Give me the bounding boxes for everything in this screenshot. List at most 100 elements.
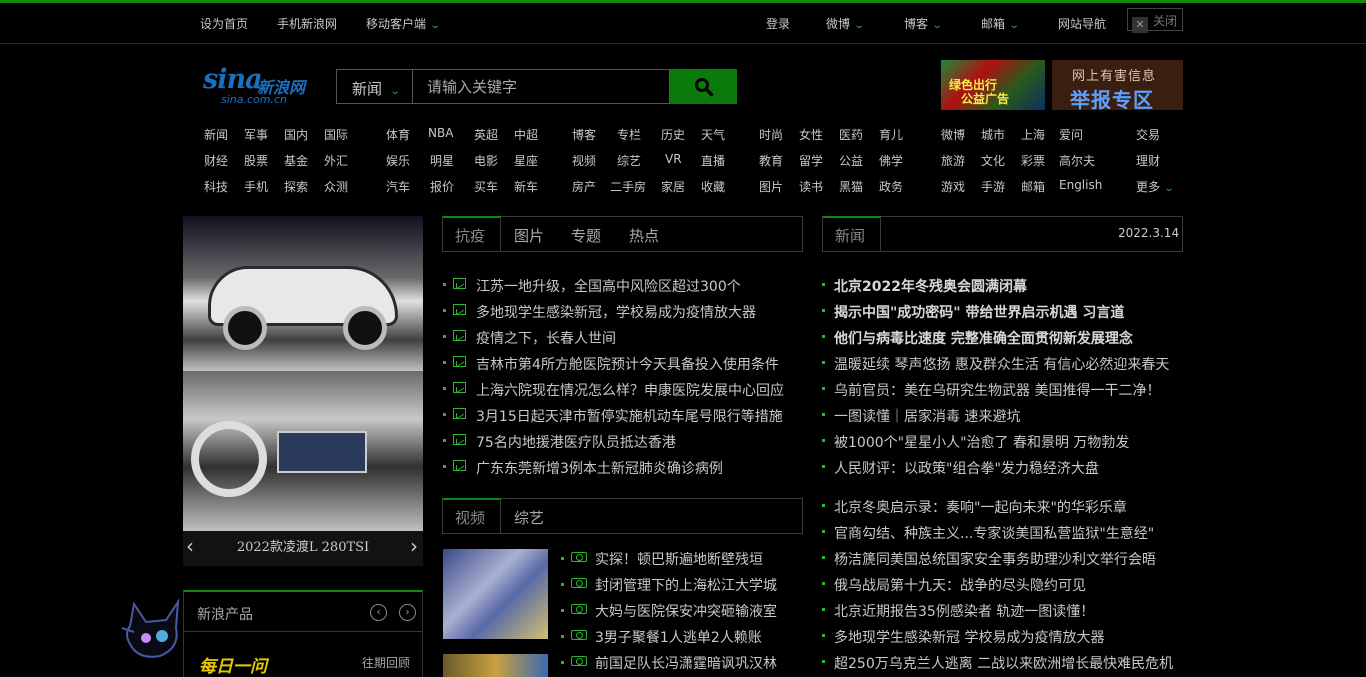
nav-link[interactable]: 众测	[324, 178, 348, 195]
tab-epidemic[interactable]: 抗疫	[455, 225, 485, 246]
news-link[interactable]: 俄乌战局第十九天：战争的尽头隐约可见	[834, 575, 1086, 595]
news-link[interactable]: 乌前官员：美在乌研究生物武器 美国推得一干二净！	[834, 380, 1160, 400]
nav-link[interactable]: English	[1059, 178, 1102, 192]
headline-link[interactable]: 北京2022年冬残奥会圆满闭幕	[834, 276, 1027, 296]
close-button[interactable]: ✕ 关闭	[1127, 8, 1183, 33]
news-link[interactable]: 75名内地援港医疗队员抵达香港	[476, 432, 676, 452]
nav-link[interactable]: 国内	[284, 126, 308, 143]
weibo-menu[interactable]: 微博 ⌄	[826, 15, 865, 32]
nav-link[interactable]: 手机	[244, 178, 268, 195]
news-link[interactable]: 多地现学生感染新冠 学校易成为疫情放大器	[834, 627, 1104, 647]
nav-link[interactable]: 报价	[430, 178, 454, 195]
tab-variety[interactable]: 综艺	[514, 507, 544, 528]
search-category-select[interactable]: 新闻 ⌄	[336, 69, 412, 104]
nav-link[interactable]: VR	[665, 152, 682, 166]
daily-question-logo[interactable]: 每日一问	[199, 652, 267, 677]
set-homepage-link[interactable]: 设为首页	[200, 15, 248, 32]
nav-link[interactable]: 图片	[759, 178, 783, 195]
nav-link[interactable]: 收藏	[701, 178, 725, 195]
nav-link[interactable]: 英超	[474, 126, 498, 143]
nav-link[interactable]: 外汇	[324, 152, 348, 169]
blog-menu[interactable]: 博客 ⌄	[904, 15, 943, 32]
nav-link[interactable]: 科技	[204, 178, 228, 195]
news-link[interactable]: 江苏一地升级，全国高中风险区超过300个	[476, 276, 741, 296]
news-link[interactable]: 疫情之下，长春人世间	[476, 328, 616, 348]
nav-link[interactable]: 专栏	[617, 126, 641, 143]
login-link[interactable]: 登录	[766, 15, 790, 32]
news-link[interactable]: 广东东莞新增3例本土新冠肺炎确诊病例	[476, 458, 723, 478]
nav-link[interactable]: 星座	[514, 152, 538, 169]
tab-topics[interactable]: 专题	[571, 225, 601, 246]
nav-link[interactable]: 旅游	[941, 152, 965, 169]
nav-link[interactable]: 视频	[572, 152, 596, 169]
news-link[interactable]: 上海六院现在情况怎么样？申康医院发展中心回应	[476, 380, 784, 400]
sina-logo[interactable]: sina 新浪网 sina.com.cn	[203, 60, 315, 108]
nav-more-menu[interactable]: 更多 ⌄	[1136, 178, 1175, 195]
nav-link[interactable]: 时尚	[759, 126, 783, 143]
nav-link[interactable]: 黑猫	[839, 178, 863, 195]
video-link[interactable]: 3男子聚餐1人逃单2人赖账	[595, 627, 762, 647]
nav-link[interactable]: 佛学	[879, 152, 903, 169]
nav-link[interactable]: 高尔夫	[1059, 152, 1095, 169]
search-input[interactable]	[412, 69, 670, 104]
nav-link[interactable]: 军事	[244, 126, 268, 143]
nav-link[interactable]: 理财	[1136, 152, 1160, 169]
nav-link[interactable]: 教育	[759, 152, 783, 169]
nav-link[interactable]: 育儿	[879, 126, 903, 143]
search-button[interactable]	[670, 69, 737, 104]
nav-link[interactable]: 交易	[1136, 126, 1160, 143]
video-link[interactable]: 封闭管理下的上海松江大学城	[595, 575, 777, 595]
nav-link[interactable]: 医药	[839, 126, 863, 143]
nav-link[interactable]: 读书	[799, 178, 823, 195]
nav-link[interactable]: 基金	[284, 152, 308, 169]
nav-link[interactable]: 女性	[799, 126, 823, 143]
news-link[interactable]: 人民财评：以政策"组合拳"发力稳经济大盘	[834, 458, 1099, 478]
mobile-sina-link[interactable]: 手机新浪网	[277, 15, 337, 32]
nav-link[interactable]: NBA	[428, 126, 453, 140]
tab-news[interactable]: 新闻	[835, 225, 865, 246]
news-link[interactable]: 多地现学生感染新冠，学校易成为疫情放大器	[476, 302, 756, 322]
next-arrow-icon[interactable]: ›	[399, 604, 416, 621]
nav-link[interactable]: 电影	[474, 152, 498, 169]
mail-menu[interactable]: 邮箱 ⌄	[981, 15, 1020, 32]
news-link[interactable]: 被1000个"星星小人"治愈了 春和景明 万物勃发	[834, 432, 1129, 452]
nav-link[interactable]: 家居	[661, 178, 685, 195]
nav-link[interactable]: 邮箱	[1021, 178, 1045, 195]
site-nav-link[interactable]: 网站导航	[1058, 15, 1106, 32]
nav-link[interactable]: 城市	[981, 126, 1005, 143]
nav-link[interactable]: 二手房	[610, 178, 646, 195]
nav-link[interactable]: 微博	[941, 126, 965, 143]
news-link[interactable]: 吉林市第4所方舱医院预计今天具备投入使用条件	[476, 354, 779, 374]
news-link[interactable]: 北京冬奥启示录：奏响"一起向未来"的华彩乐章	[834, 497, 1127, 517]
carousel-caption[interactable]: 2022款凌渡L 280TSI	[183, 531, 423, 566]
nav-link[interactable]: 公益	[839, 152, 863, 169]
nav-link[interactable]: 上海	[1021, 126, 1045, 143]
image-carousel[interactable]: 2022款凌渡L 280TSI ‹ ›	[183, 216, 423, 566]
news-link[interactable]: 杨洁篪同美国总统国家安全事务助理沙利文举行会晤	[834, 549, 1156, 569]
nav-link[interactable]: 房产	[572, 178, 596, 195]
nav-link[interactable]: 天气	[701, 126, 725, 143]
news-link[interactable]: 温暖延续 琴声悠扬 惠及群众生活 有信心必然迎来春天	[834, 354, 1169, 374]
nav-link[interactable]: 明星	[430, 152, 454, 169]
news-link[interactable]: 超250万乌克兰人逃离 二战以来欧洲增长最快难民危机	[834, 653, 1173, 673]
nav-link[interactable]: 爱问	[1059, 126, 1083, 143]
news-link[interactable]: 官商勾结、种族主义...专家谈美国私营监狱"生意经"	[834, 523, 1154, 543]
news-link[interactable]: 北京近期报告35例感染者 轨迹一图读懂！	[834, 601, 1094, 621]
nav-link[interactable]: 体育	[386, 126, 410, 143]
past-review-link[interactable]: 往期回顾	[362, 654, 410, 671]
nav-link[interactable]: 综艺	[617, 152, 641, 169]
nav-link[interactable]: 新车	[514, 178, 538, 195]
nav-link[interactable]: 历史	[661, 126, 685, 143]
nav-link[interactable]: 财经	[204, 152, 228, 169]
mobile-client-menu[interactable]: 移动客户端 ⌄	[366, 15, 441, 32]
nav-link[interactable]: 买车	[474, 178, 498, 195]
nav-link[interactable]: 直播	[701, 152, 725, 169]
nav-link[interactable]: 探索	[284, 178, 308, 195]
nav-link[interactable]: 游戏	[941, 178, 965, 195]
video-link[interactable]: 实探！顿巴斯遍地断壁残垣	[595, 549, 763, 569]
tab-pictures[interactable]: 图片	[514, 225, 544, 246]
news-link[interactable]: 3月15日起天津市暂停实施机动车尾号限行等措施	[476, 406, 783, 426]
nav-link[interactable]: 国际	[324, 126, 348, 143]
nav-link[interactable]: 中超	[514, 126, 538, 143]
news-link[interactable]: 一图读懂｜居家消毒 速来避坑	[834, 406, 1020, 426]
